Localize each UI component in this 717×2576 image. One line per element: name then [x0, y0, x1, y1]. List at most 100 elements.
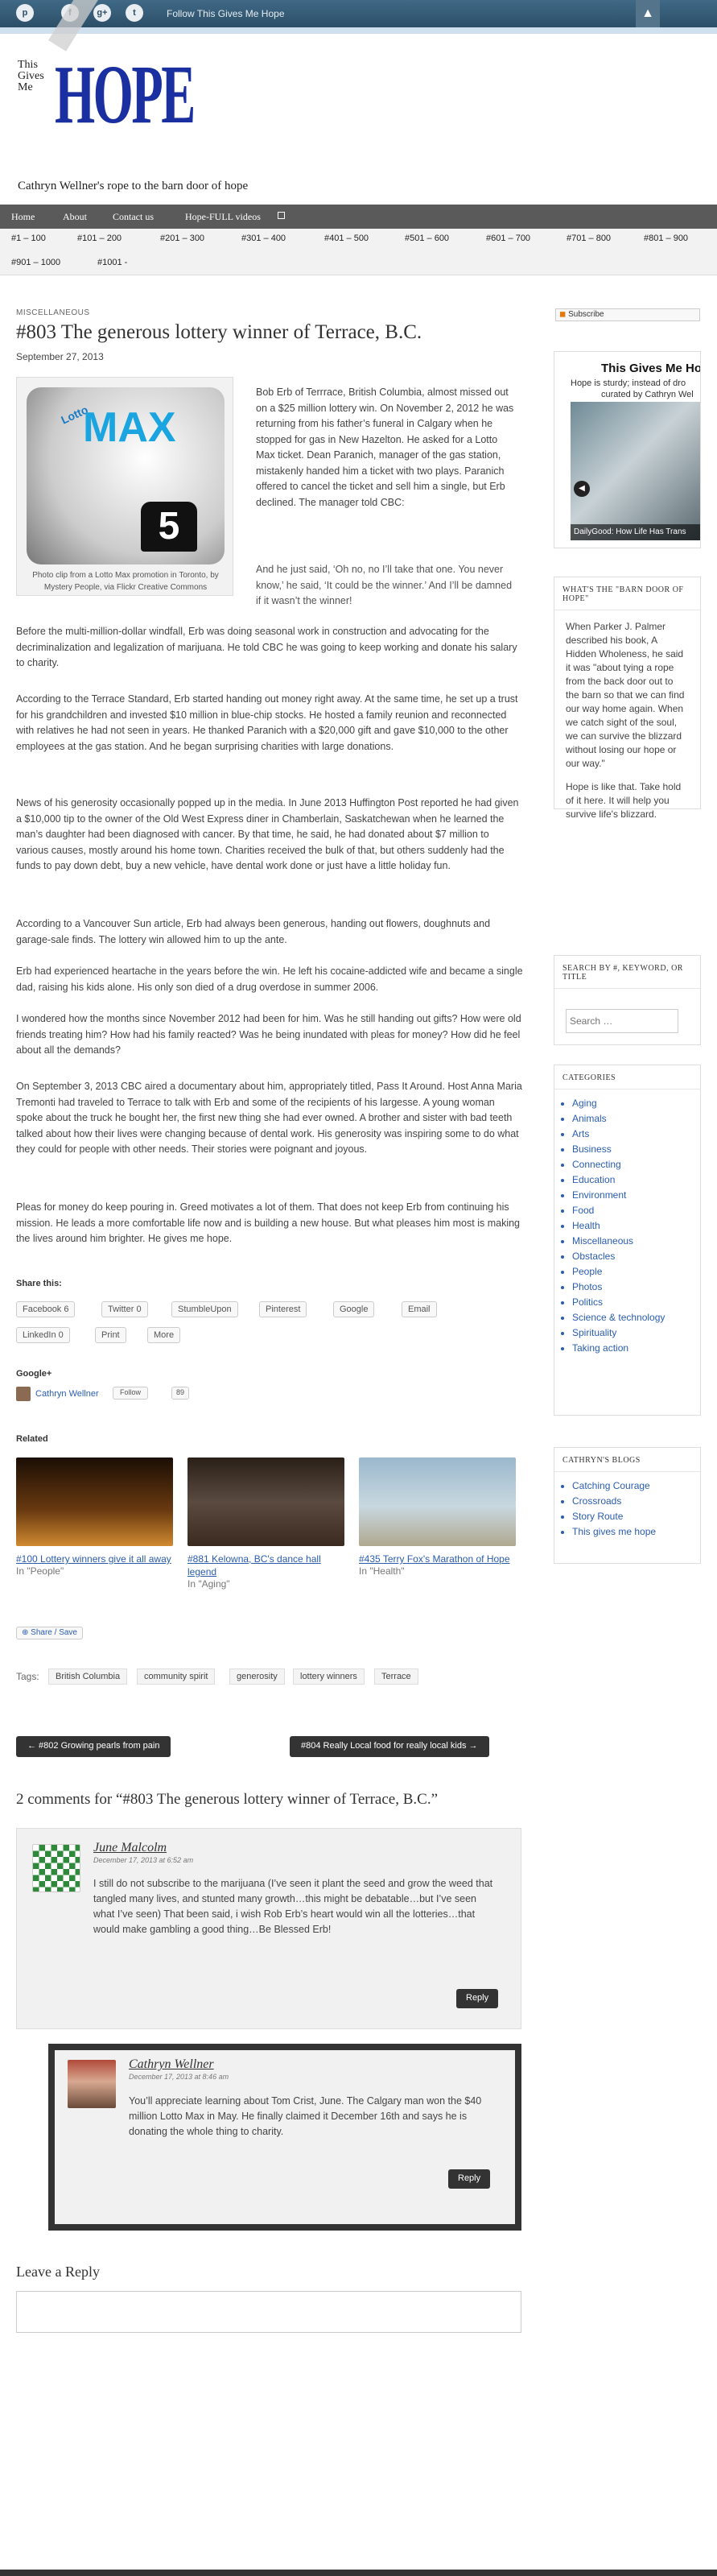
share-stumbleupon-button[interactable]: StumbleUpon [171, 1301, 238, 1317]
related-item[interactable]: #435 Terry Fox's Marathon of Hope In "He… [359, 1458, 516, 1577]
category-link[interactable]: Health [572, 1218, 692, 1234]
barn-door-title: WHAT'S THE "BARN DOOR OF HOPE" [554, 577, 700, 610]
tab-801-900[interactable]: #801 – 900 [644, 234, 688, 243]
blogs-title: CATHRYN'S BLOGS [554, 1448, 700, 1472]
tab-1-100[interactable]: #1 – 100 [11, 234, 46, 243]
category-link[interactable]: People [572, 1264, 692, 1280]
comment-date[interactable]: December 17, 2013 at 8:46 am [129, 2073, 229, 2081]
related-image[interactable] [187, 1458, 344, 1546]
tag-link[interactable]: generosity [229, 1668, 285, 1685]
related-title[interactable]: #881 Kelowna, BC's dance hall legend [187, 1553, 344, 1578]
category-link[interactable]: Animals [572, 1111, 692, 1127]
tab-501-600[interactable]: #501 – 600 [405, 234, 449, 243]
comment-author[interactable]: June Malcolm [93, 1841, 167, 1855]
share-save-icon: ⊕ [22, 1628, 31, 1637]
share-google-button[interactable]: Google [333, 1301, 375, 1317]
related-title[interactable]: #100 Lottery winners give it all away [16, 1553, 173, 1565]
prev-post-button[interactable]: ← #802 Growing pearls from pain [16, 1736, 171, 1757]
search-input[interactable] [566, 1009, 678, 1033]
share-linkedin-button[interactable]: LinkedIn 0 [16, 1327, 70, 1343]
category-link[interactable]: Education [572, 1172, 692, 1188]
comment-date[interactable]: December 17, 2013 at 6:52 am [93, 1856, 193, 1864]
share-email-button[interactable]: Email [402, 1301, 437, 1317]
tab-201-300[interactable]: #201 – 300 [160, 234, 204, 243]
tab-401-500[interactable]: #401 – 500 [324, 234, 369, 243]
categories-title: CATEGORIES [554, 1065, 700, 1090]
next-post-button[interactable]: #804 Really Local food for really local … [290, 1736, 489, 1757]
category-link[interactable]: Business [572, 1142, 692, 1157]
reply-textarea[interactable] [16, 2291, 521, 2333]
pinterest-icon[interactable]: p [16, 4, 34, 22]
widget-image[interactable] [571, 402, 700, 540]
category-link[interactable]: Politics [572, 1295, 692, 1310]
follow-link[interactable]: Follow This Gives Me Hope [167, 8, 285, 19]
category-link[interactable]: Aging [572, 1096, 692, 1111]
subscribe-button[interactable]: ◼ Subscribe [555, 308, 700, 321]
post-figure: Lotto MAX 5 Photo clip from a Lotto Max … [16, 377, 233, 596]
tag-link[interactable]: lottery winners [293, 1668, 365, 1685]
category-link[interactable]: Connecting [572, 1157, 692, 1172]
reply-button[interactable]: Reply [456, 1989, 499, 2008]
share-more-button[interactable]: More [147, 1327, 181, 1343]
post-quote: And he just said, ‘Oh no, no I’ll take t… [256, 564, 513, 606]
blog-link[interactable]: Crossroads [572, 1494, 692, 1509]
hope-widget: This Gives Me Ho Hope is sturdy; instead… [554, 351, 701, 548]
category-link[interactable]: Photos [572, 1280, 692, 1295]
tag-link[interactable]: community spirit [137, 1668, 216, 1685]
nav-about[interactable]: About [63, 211, 87, 223]
tab-601-700[interactable]: #601 – 700 [486, 234, 530, 243]
related-image[interactable] [16, 1458, 173, 1546]
category-link[interactable]: Science & technology [572, 1310, 692, 1325]
prev-arrow-icon[interactable]: ◀ [574, 481, 590, 497]
tab-1001[interactable]: #1001 - [97, 258, 127, 267]
share-print-button[interactable]: Print [95, 1327, 126, 1343]
blog-link[interactable]: Catching Courage [572, 1478, 692, 1494]
related-image[interactable] [359, 1458, 516, 1546]
tab-101-200[interactable]: #101 – 200 [77, 234, 122, 243]
avatar [16, 1387, 31, 1401]
share-twitter-button[interactable]: Twitter 0 [101, 1301, 148, 1317]
categories-widget: CATEGORIES Aging Animals Arts Business C… [554, 1065, 701, 1416]
logo-hope[interactable]: HOPE [55, 53, 196, 137]
category-link[interactable]: Taking action [572, 1341, 692, 1356]
blog-link[interactable]: This gives me hope [572, 1524, 692, 1540]
tag-link[interactable]: Terrace [374, 1668, 418, 1685]
related-title[interactable]: #435 Terry Fox's Marathon of Hope [359, 1553, 516, 1565]
reply-button[interactable]: Reply [448, 2169, 491, 2189]
search-title: SEARCH BY #, KEYWORD, OR TITLE [554, 956, 700, 989]
scroll-top-icon[interactable]: ▲ [636, 0, 660, 27]
blogs-list: Catching Courage Crossroads Story Route … [554, 1472, 700, 1548]
comment-author[interactable]: Cathryn Wellner [129, 2057, 214, 2072]
gplus-author-link[interactable]: Cathryn Wellner [35, 1389, 99, 1399]
tab-901-1000[interactable]: #901 – 1000 [11, 258, 60, 267]
related-item[interactable]: #100 Lottery winners give it all away In… [16, 1458, 173, 1577]
image-number: 5 [141, 502, 197, 552]
tag-link[interactable]: British Columbia [48, 1668, 128, 1685]
nav-home[interactable]: Home [11, 211, 35, 223]
category-link[interactable]: Arts [572, 1127, 692, 1142]
blog-link[interactable]: Story Route [572, 1509, 692, 1524]
related-category: In "People" [16, 1565, 64, 1577]
google-plus-icon[interactable]: g+ [93, 4, 111, 22]
category-link[interactable]: Spirituality [572, 1325, 692, 1341]
share-pinterest-button[interactable]: Pinterest [259, 1301, 307, 1317]
category-link[interactable]: Obstacles [572, 1249, 692, 1264]
gplus-follow-button[interactable]: Follow [113, 1387, 149, 1400]
comment-text: You’ll appreciate learning about Tom Cri… [129, 2095, 482, 2137]
category-link[interactable]: Food [572, 1203, 692, 1218]
logo-small-text[interactable]: This Gives Me [18, 60, 44, 93]
tab-701-800[interactable]: #701 – 800 [567, 234, 611, 243]
nav-contact[interactable]: Contact us [113, 211, 154, 223]
nav-videos[interactable]: Hope-FULL videos [185, 211, 261, 223]
related-item[interactable]: #881 Kelowna, BC's dance hall legend In … [187, 1458, 344, 1590]
tab-301-400[interactable]: #301 – 400 [241, 234, 286, 243]
share-facebook-button[interactable]: Facebook 6 [16, 1301, 76, 1317]
share-save-button[interactable]: ⊕ Share / Save [16, 1627, 83, 1639]
twitter-icon[interactable]: t [126, 4, 143, 22]
widget-caption[interactable]: DailyGood: How Life Has Trans [571, 524, 700, 540]
widget-title[interactable]: This Gives Me Ho [554, 352, 700, 375]
category-link[interactable]: Environment [572, 1188, 692, 1203]
category-link[interactable]: Miscellaneous [572, 1234, 692, 1249]
lotto-max-image: Lotto MAX 5 [27, 387, 225, 564]
post-category[interactable]: MISCELLANEOUS [16, 308, 90, 317]
